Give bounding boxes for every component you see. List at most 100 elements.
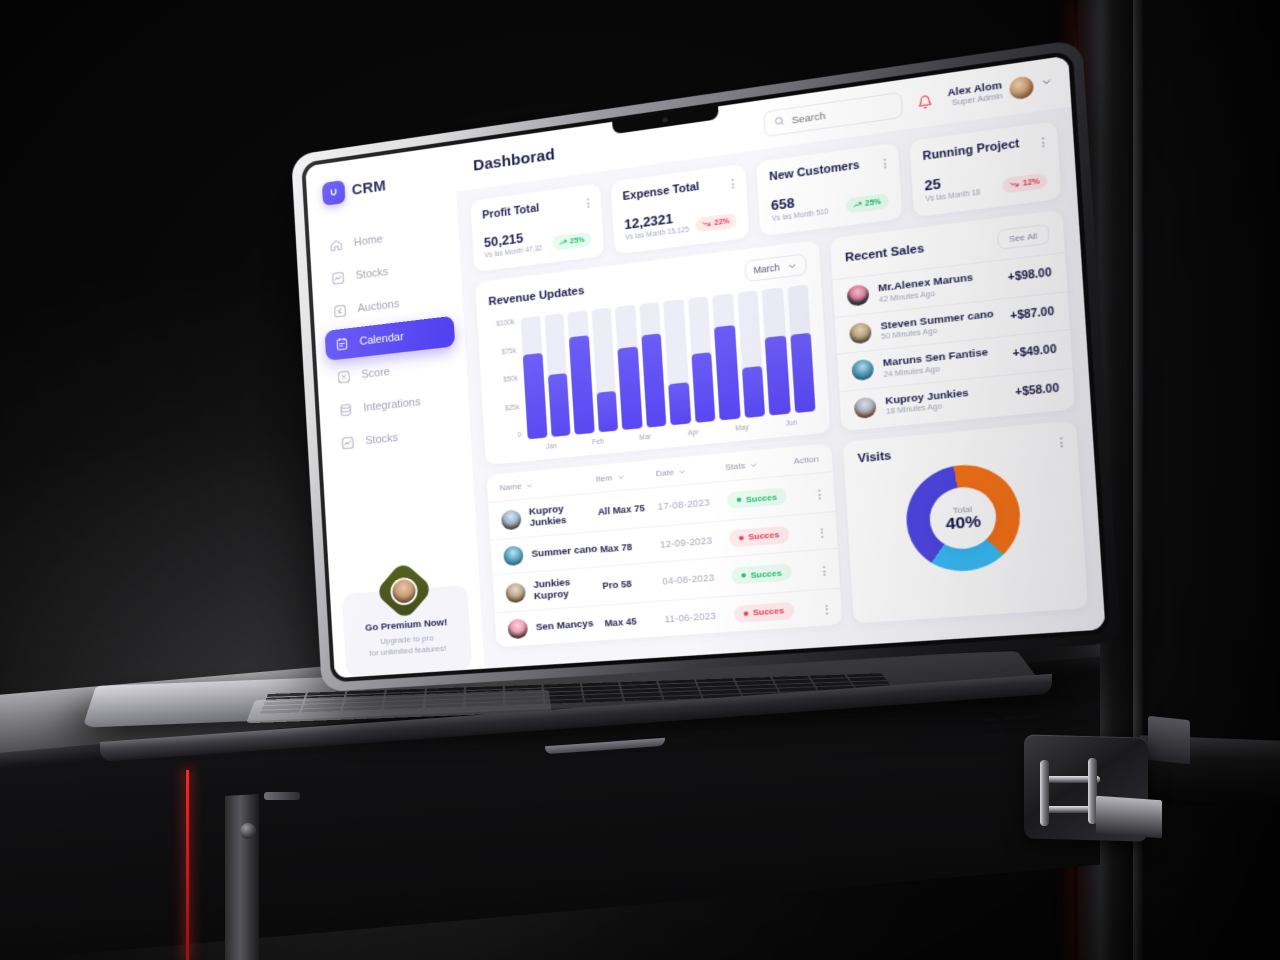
donut-value: 40% — [944, 512, 982, 534]
bar-chart: $100k $75k $50k $25k 0 — [490, 284, 816, 443]
premium-promo-card[interactable]: Go Premium Now! Upgrade to pro for unlim… — [341, 560, 473, 678]
card-menu-button[interactable] — [1041, 134, 1045, 148]
status-badge: 25% — [552, 231, 592, 252]
panel-title: Revenue Updates — [488, 284, 585, 309]
bar-column — [737, 290, 766, 419]
brand-name: CRM — [351, 177, 387, 199]
panel-title: Recent Sales — [844, 242, 925, 266]
sidebar: CRM Home Stocks Auctions Calendar Score … — [305, 144, 485, 679]
card-menu-button[interactable] — [731, 176, 735, 189]
notifications-button[interactable] — [913, 90, 936, 114]
column-label: Date — [655, 467, 675, 479]
column-label: Stats — [724, 461, 746, 473]
trend-down-icon — [702, 219, 711, 229]
column-header-date[interactable]: Date — [655, 463, 725, 479]
status-label: Succes — [750, 567, 783, 580]
bar-column — [762, 287, 791, 416]
x-tick: Jan — [545, 442, 558, 452]
chart-square-icon — [331, 270, 345, 286]
brand[interactable]: CRM — [306, 161, 456, 208]
bar-column — [639, 302, 667, 428]
card-title: New Customers — [768, 158, 861, 184]
avatar — [507, 618, 529, 640]
cell-name: Junkies Kuproy — [505, 575, 603, 605]
avatar — [853, 396, 878, 420]
y-tick: 0 — [517, 431, 522, 440]
row-menu-button[interactable] — [823, 563, 827, 577]
avatar — [503, 545, 524, 567]
search-box[interactable] — [762, 91, 904, 138]
sale-amount: +$98.00 — [1007, 267, 1053, 285]
bar-column — [567, 310, 595, 435]
user-menu[interactable]: Alex Alom Super Admin — [947, 72, 1054, 109]
crm-dashboard-app: CRM Home Stocks Auctions Calendar Score … — [305, 55, 1106, 679]
status-badge: 22% — [695, 212, 737, 233]
bar-value — [790, 332, 816, 414]
x-tick: Apr — [687, 429, 700, 438]
column-label: Name — [499, 481, 522, 493]
y-tick: $100k — [496, 319, 515, 329]
stat-card-profit-total: Profit Total 50,215 Vs las Month 47,32 2… — [470, 183, 604, 273]
row-name: Summer cano — [531, 543, 598, 561]
month-filter-select[interactable]: March — [743, 253, 808, 283]
avatar — [846, 284, 870, 308]
laptop: CRM Home Stocks Auctions Calendar Score … — [0, 0, 1280, 960]
stat-card-expense-total: Expense Total 12,2321 Vs las Month 15,12… — [609, 163, 750, 255]
cell-item: All Max 75 — [597, 502, 646, 518]
chevron-down-icon — [525, 481, 534, 490]
see-all-button[interactable]: See All — [996, 224, 1050, 251]
trend-down-icon — [1010, 180, 1020, 190]
sidebar-item-label: Stocks — [355, 265, 389, 282]
avatar — [389, 575, 419, 606]
card-delta: 22% — [713, 217, 730, 227]
cell-date: 17-08-2023 — [657, 497, 711, 513]
bar-value — [668, 382, 691, 426]
panel-title: Visits — [857, 449, 892, 466]
avatar — [849, 321, 873, 345]
chevron-down-icon — [616, 473, 625, 482]
recent-sales-panel: Recent Sales See All Mr.Alenex Maruns 42… — [830, 210, 1076, 432]
row-menu-button[interactable] — [825, 601, 829, 615]
column-header-stats[interactable]: Stats — [725, 457, 789, 472]
cell-name: Summer cano — [503, 539, 601, 567]
card-menu-button[interactable] — [883, 155, 886, 169]
calendar-icon — [335, 336, 349, 352]
crm-smile-logo-icon — [321, 179, 346, 206]
card-title: Profit Total — [481, 201, 540, 222]
card-menu-button[interactable] — [586, 195, 590, 209]
bar-column — [787, 284, 816, 414]
bar-plot-area — [520, 284, 816, 440]
bar-value — [640, 333, 667, 428]
cell-item: Pro 58 — [601, 578, 632, 592]
search-input[interactable] — [791, 100, 893, 127]
chevron-down-icon[interactable] — [1040, 76, 1053, 92]
status-label: Succes — [747, 529, 780, 543]
x-tick: Mar — [639, 433, 652, 443]
visits-panel: Visits Total 40% — [842, 420, 1089, 624]
cell-name: Sen Mancys — [507, 613, 605, 640]
row-menu-button[interactable] — [820, 525, 824, 538]
bar-column — [687, 296, 716, 424]
auction-icon — [333, 303, 347, 319]
bar-value — [568, 335, 595, 435]
status-badge: Succes — [728, 525, 790, 548]
card-menu-button[interactable] — [1059, 434, 1063, 448]
sale-amount: +$58.00 — [1014, 382, 1060, 400]
bell-icon — [917, 93, 933, 109]
status-badge: Succes — [733, 601, 795, 623]
column-header-item[interactable]: Item — [596, 469, 656, 484]
cell-stats: Succes — [726, 487, 792, 510]
stack-icon — [339, 402, 354, 417]
column-label: Item — [595, 473, 613, 485]
bar-column — [663, 299, 691, 426]
sidebar-item-label: Stocks — [365, 431, 399, 448]
sale-amount: +$49.00 — [1012, 344, 1058, 361]
avatar — [505, 582, 527, 604]
bar-column — [591, 307, 619, 433]
chevron-down-icon — [678, 467, 687, 476]
premium-badge — [374, 560, 434, 621]
column-header-name[interactable]: Name — [499, 475, 596, 493]
card-delta: 12% — [1022, 177, 1040, 188]
cell-item: Max 45 — [604, 615, 637, 629]
row-menu-button[interactable] — [818, 486, 822, 500]
